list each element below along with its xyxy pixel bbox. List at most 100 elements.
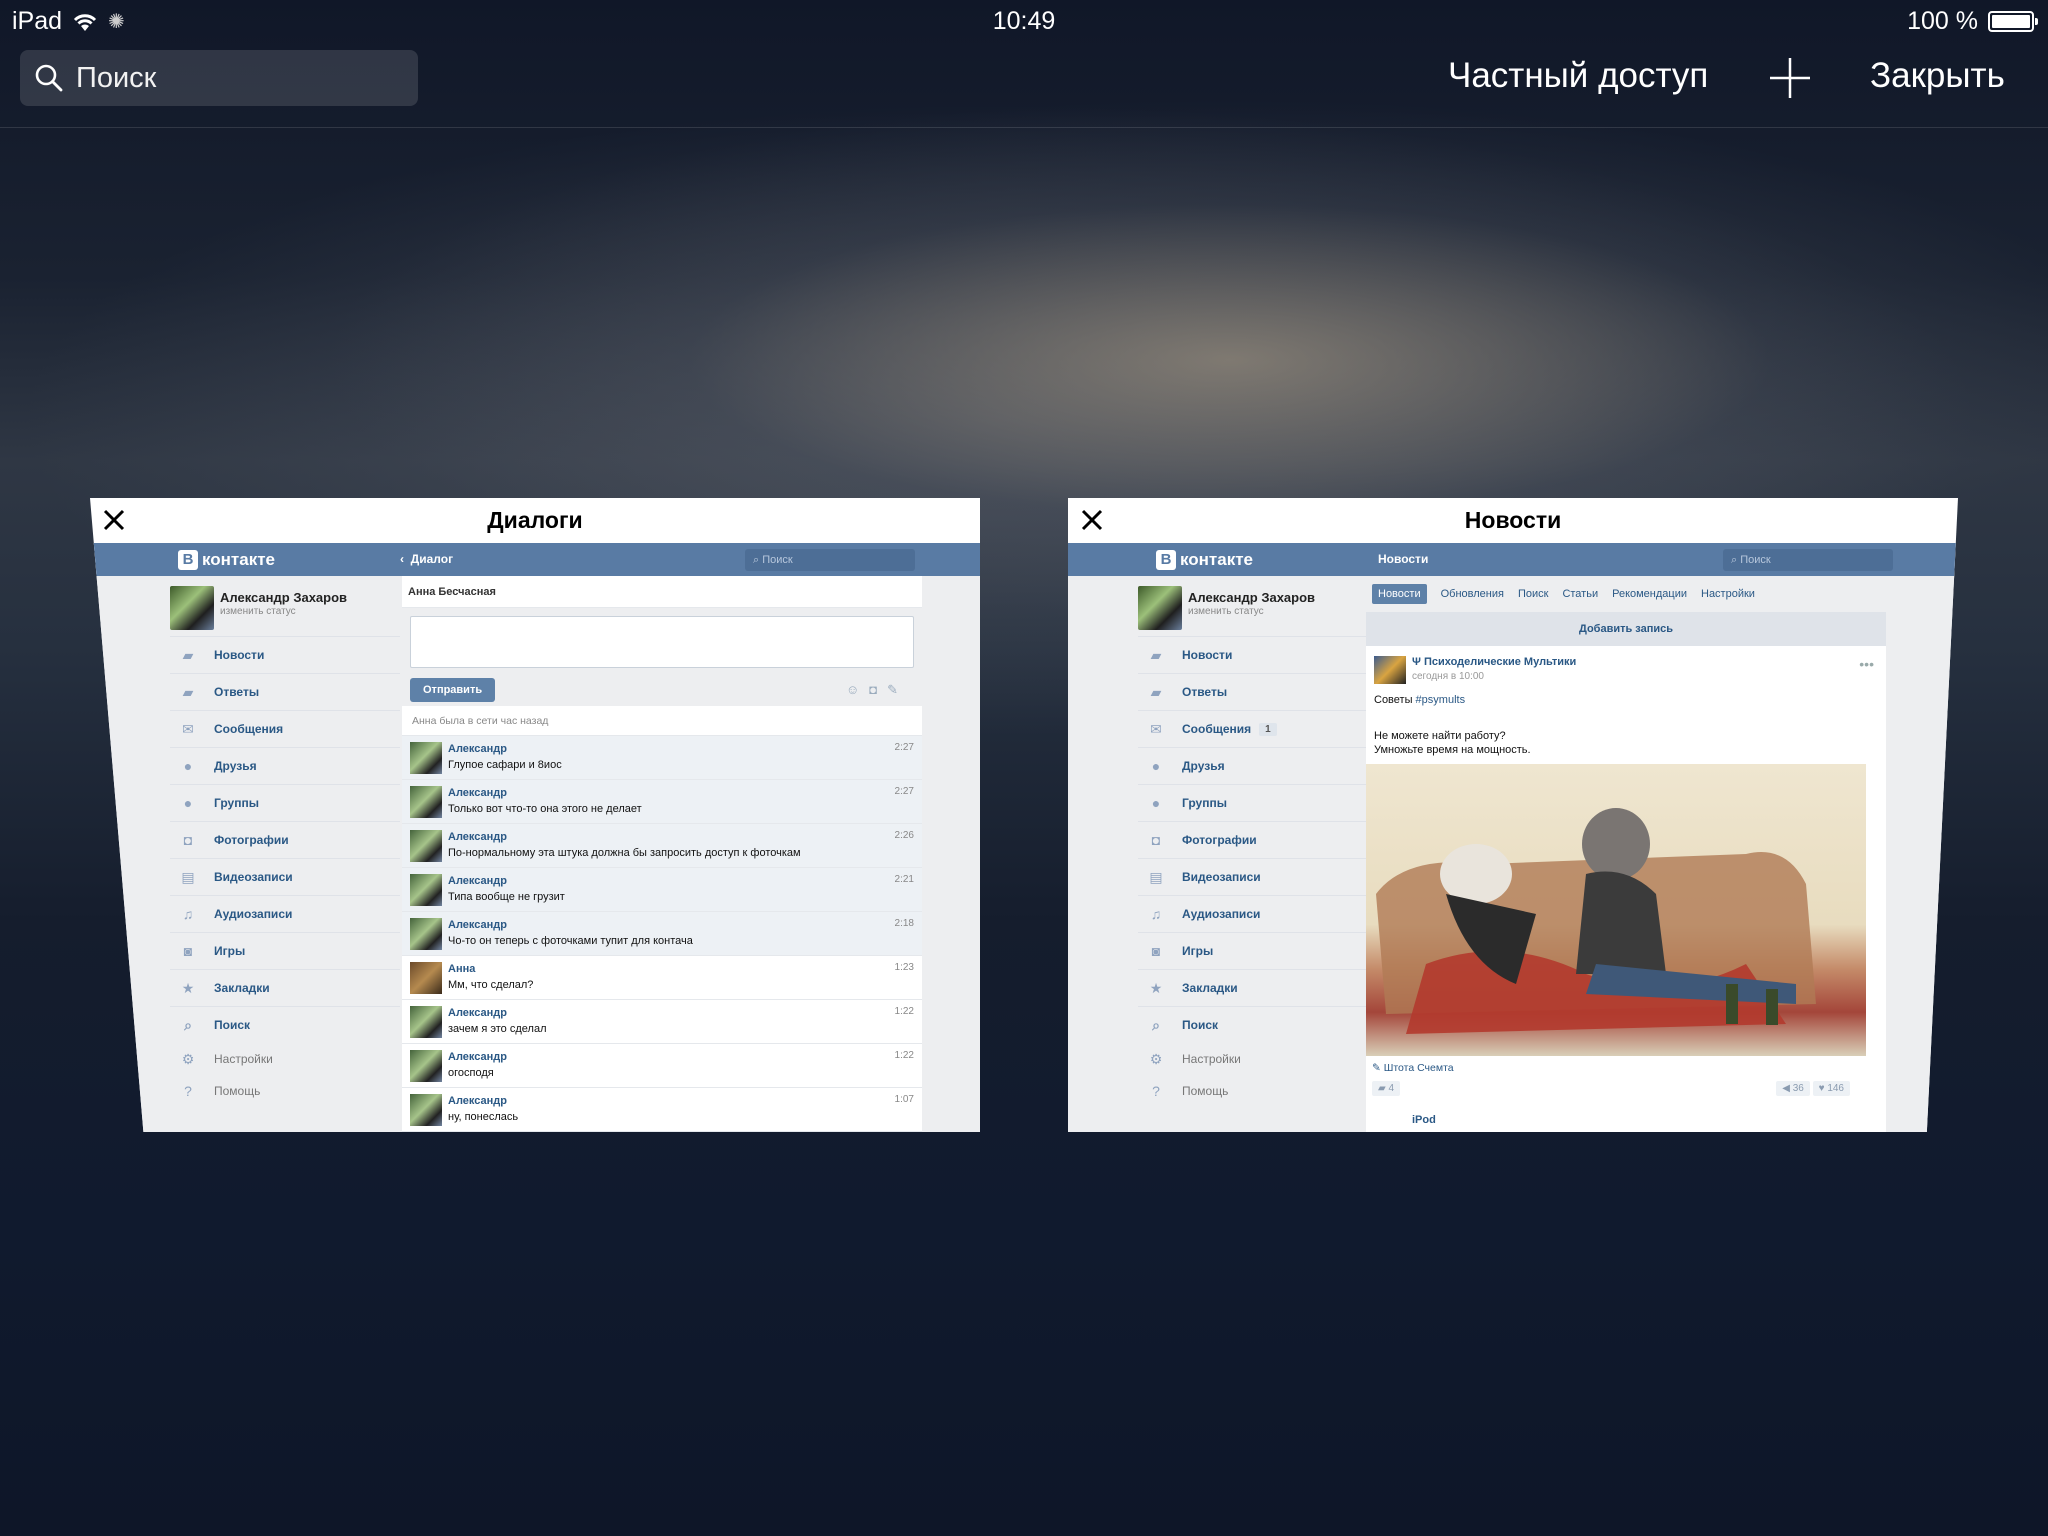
- vk-menu-label: Ответы: [1182, 685, 1228, 699]
- replies-icon: ▰: [1150, 684, 1162, 700]
- vk-header-title: Новости: [1378, 552, 1429, 566]
- vk-menu-label: Фотографии: [214, 833, 289, 847]
- tab-card-header: Новости: [1068, 498, 1958, 543]
- likes-value: 146: [1827, 1083, 1844, 1094]
- help-icon: ?: [1152, 1083, 1160, 1099]
- vk-header: В контакте ‹ Диалог ⌕ Поиск: [90, 543, 980, 576]
- message-text: огосподя: [448, 1067, 494, 1079]
- vk-menu-label: Поиск: [1182, 1018, 1219, 1032]
- private-browsing-button[interactable]: Частный доступ: [1448, 56, 1708, 96]
- avatar: [1374, 656, 1406, 684]
- vk-menu-label: Закладки: [214, 981, 270, 995]
- vk-menu-label: Новости: [214, 648, 265, 662]
- vk-menu-label: Друзья: [214, 759, 257, 773]
- close-tab-icon[interactable]: [1078, 506, 1106, 534]
- message-time: 1:22: [894, 1050, 914, 1061]
- profile-status: изменить статус: [220, 606, 296, 617]
- tab-card-news[interactable]: Новости В контакте Новости ⌕ Поиск Алекс…: [1068, 498, 1958, 1132]
- message-author: Александр: [448, 875, 507, 887]
- groups-icon: ●: [1151, 795, 1161, 811]
- post-date: сегодня в 10:00: [1412, 671, 1484, 682]
- search-icon: [35, 64, 63, 92]
- vk-menu-label: Помощь: [1182, 1084, 1229, 1098]
- vk-menu-item: ▰ Новости: [170, 636, 400, 673]
- camera-icon: ◘: [183, 832, 193, 848]
- vk-menu-item: ▰ Ответы: [170, 673, 400, 710]
- tab-switcher-toolbar: Поиск Частный доступ Закрыть: [0, 42, 2048, 128]
- vk-menu-item: ● Группы: [170, 784, 400, 821]
- avatar: [410, 786, 442, 818]
- message-time: 2:26: [894, 830, 914, 841]
- likes-count: ♥ 146: [1812, 1081, 1850, 1096]
- message-text: Только вот что-то она этого не делает: [448, 803, 642, 815]
- dialog-compose: Отправить ☺◘✎: [402, 608, 922, 706]
- message-author: Александр: [448, 831, 507, 843]
- music-icon: ♫: [1150, 906, 1162, 922]
- messages-badge: 1: [1259, 722, 1277, 736]
- message-author: Александр: [448, 1095, 507, 1107]
- message-time: 2:18: [894, 918, 914, 929]
- vk-menu-item: ? Помощь: [170, 1075, 400, 1107]
- vk-menu-label: Аудиозаписи: [1182, 907, 1261, 921]
- gear-icon: ⚙: [181, 1051, 195, 1067]
- message-text: Глупое сафари и 8иос: [448, 759, 562, 771]
- vk-menu-label: Друзья: [1182, 759, 1225, 773]
- avatar: [170, 586, 214, 630]
- vk-menu-item: ▤ Видеозаписи: [1138, 858, 1368, 895]
- vk-news-feed: Новости Обновления Поиск Статьи Рекоменд…: [1366, 576, 1886, 1132]
- vk-menu-item: ✉ Сообщения 1: [1138, 710, 1368, 747]
- vk-menu-item: ● Друзья: [1138, 747, 1368, 784]
- comments-count: ▰ 4: [1372, 1081, 1401, 1096]
- news-post: Ψ Психоделические Мультики сегодня в 10:…: [1366, 646, 1886, 1126]
- more-icon: •••: [1859, 656, 1874, 672]
- tab-card-header: Диалоги: [90, 498, 980, 543]
- news-tab-recommendations: Рекомендации: [1612, 588, 1687, 600]
- vk-search-placeholder: Поиск: [762, 554, 793, 566]
- search-placeholder: Поиск: [76, 61, 157, 94]
- close-tab-icon[interactable]: [100, 506, 128, 534]
- search-field[interactable]: Поиск: [20, 50, 418, 106]
- avatar: [410, 1094, 442, 1126]
- vk-menu-label: Настройки: [214, 1052, 273, 1066]
- gear-icon: ⚙: [1149, 1051, 1163, 1067]
- post-body: Не можете найти работу? Умножьте время н…: [1374, 729, 1774, 757]
- post-source: ✎ Штота Счемта: [1372, 1062, 1454, 1074]
- reposts-value: 36: [1792, 1083, 1804, 1094]
- star-icon: ★: [1149, 980, 1163, 996]
- vk-header-title: ‹ Диалог: [400, 552, 454, 566]
- search-icon: ⌕: [184, 1017, 192, 1033]
- help-icon: ?: [184, 1083, 192, 1099]
- battery-percent: 100 %: [1907, 7, 1978, 35]
- post-author: Ψ Психоделические Мультики: [1412, 656, 1577, 668]
- star-icon: ★: [181, 980, 195, 996]
- list-item: Анна Мм, что сделал? 1:23: [402, 956, 922, 1000]
- vk-menu-item: ● Друзья: [170, 747, 400, 784]
- vk-menu-item: ▤ Видеозаписи: [170, 858, 400, 895]
- reposts-count: ◀ 36: [1776, 1081, 1810, 1096]
- vk-menu-label: Новости: [1182, 648, 1233, 662]
- close-button[interactable]: Закрыть: [1870, 56, 2005, 96]
- avatar: [410, 830, 442, 862]
- list-item: Александр Только вот что-то она этого не …: [402, 780, 922, 824]
- vk-search: ⌕ Поиск: [1723, 549, 1893, 571]
- battery-fill: [1992, 15, 2030, 28]
- vk-menu-label: Сообщения: [1182, 722, 1252, 736]
- online-status: Анна была в сети час назад: [402, 706, 922, 736]
- message-text: Чо-то он теперь с фоточками тупит для ко…: [448, 935, 693, 947]
- tab-card-dialogs[interactable]: Диалоги В контакте ‹ Диалог ⌕ Поиск Алек…: [90, 498, 980, 1132]
- new-tab-plus-icon[interactable]: [1768, 56, 1812, 100]
- message-text: Мм, что сделал?: [448, 979, 534, 991]
- avatar: [410, 1006, 442, 1038]
- list-item: Александр Чо-то он теперь с фоточками туп…: [402, 912, 922, 956]
- news-icon: ▰: [1150, 647, 1162, 663]
- message-time: 2:21: [894, 874, 914, 885]
- vk-profile: Александр Захаров изменить статус: [170, 576, 400, 636]
- post-text-prefix: Советы: [1374, 694, 1413, 706]
- news-tab-search: Поиск: [1517, 588, 1549, 600]
- vk-menu-label: Игры: [214, 944, 246, 958]
- vk-menu-label: Настройки: [1182, 1052, 1241, 1066]
- message-text: ну, понеслась: [448, 1111, 519, 1123]
- vk-menu-item: ◘ Фотографии: [1138, 821, 1368, 858]
- vk-menu-label: Ответы: [214, 685, 260, 699]
- search-icon: ⌕: [1152, 1017, 1160, 1033]
